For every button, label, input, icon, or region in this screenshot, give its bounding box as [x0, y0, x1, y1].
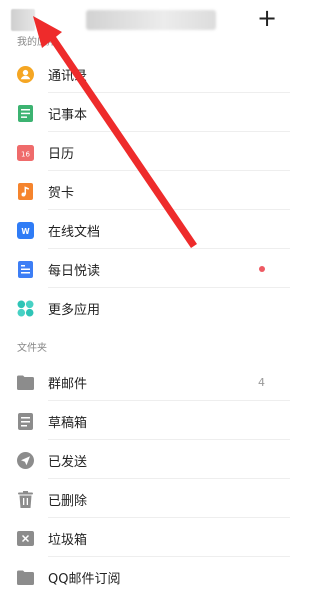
- daily-read-icon: [17, 260, 34, 278]
- folder-item-label: QQ邮件订阅: [48, 571, 121, 587]
- divider: [48, 287, 290, 288]
- more-apps-icon: [17, 300, 34, 317]
- divider: [48, 248, 290, 249]
- app-item-calendar[interactable]: 16 日历: [0, 133, 290, 171]
- svg-text:W: W: [21, 227, 30, 236]
- add-button[interactable]: +: [256, 5, 278, 31]
- folder-item-label: 已发送: [48, 454, 88, 470]
- app-item-label: 记事本: [48, 107, 88, 123]
- spam-icon: [17, 530, 34, 547]
- app-item-online-doc[interactable]: W 在线文档: [0, 211, 290, 249]
- account-avatar[interactable]: [11, 9, 35, 31]
- divider: [48, 92, 290, 93]
- folder-item-sent[interactable]: 已发送: [0, 441, 290, 479]
- folder-item-spam[interactable]: 垃圾箱: [0, 519, 290, 557]
- divider: [48, 478, 290, 479]
- drafts-icon: [17, 412, 34, 430]
- account-name-blurred: [86, 10, 216, 30]
- trash-icon: [17, 490, 34, 508]
- contacts-icon: [17, 65, 34, 83]
- divider: [48, 131, 290, 132]
- folder-item-trash[interactable]: 已删除: [0, 480, 290, 518]
- divider: [48, 439, 290, 440]
- section-label-folders: 文件夹: [17, 343, 47, 354]
- app-item-label: 贺卡: [48, 185, 75, 201]
- app-item-label: 每日悦读: [48, 263, 101, 279]
- folder-item-label: 已删除: [48, 493, 88, 509]
- section-label-my-apps: 我的应用: [17, 37, 57, 48]
- app-item-label: 更多应用: [48, 302, 101, 318]
- group-mail-icon: [17, 374, 34, 391]
- app-item-label: 在线文档: [48, 224, 101, 240]
- divider: [48, 517, 290, 518]
- app-item-daily-read[interactable]: 每日悦读: [0, 250, 290, 288]
- unread-dot: [259, 266, 265, 272]
- app-item-greeting-card[interactable]: 贺卡: [0, 172, 290, 210]
- subscription-icon: [17, 569, 34, 586]
- folder-item-label: 群邮件: [48, 376, 88, 392]
- divider: [48, 170, 290, 171]
- folder-item-drafts[interactable]: 草稿箱: [0, 402, 290, 440]
- svg-text:16: 16: [21, 150, 30, 158]
- app-item-contacts[interactable]: 通讯录: [0, 55, 290, 93]
- divider: [48, 400, 290, 401]
- folder-item-label: 垃圾箱: [48, 532, 88, 548]
- sent-icon: [17, 451, 34, 469]
- app-item-label: 日历: [48, 146, 75, 162]
- app-item-label: 通讯录: [48, 68, 88, 84]
- unread-count: 4: [258, 375, 265, 389]
- app-item-notebook[interactable]: 记事本: [0, 94, 290, 132]
- app-item-more-apps[interactable]: 更多应用: [0, 289, 290, 327]
- folder-item-group-mail[interactable]: 群邮件 4: [0, 363, 290, 401]
- calendar-icon: 16: [17, 144, 34, 161]
- notebook-icon: [17, 104, 34, 122]
- online-doc-icon: W: [17, 221, 34, 239]
- greeting-card-icon: [17, 182, 34, 200]
- folder-item-label: 草稿箱: [48, 415, 88, 431]
- divider: [48, 209, 290, 210]
- folder-item-subscription[interactable]: QQ邮件订阅: [0, 558, 290, 596]
- divider: [48, 556, 290, 557]
